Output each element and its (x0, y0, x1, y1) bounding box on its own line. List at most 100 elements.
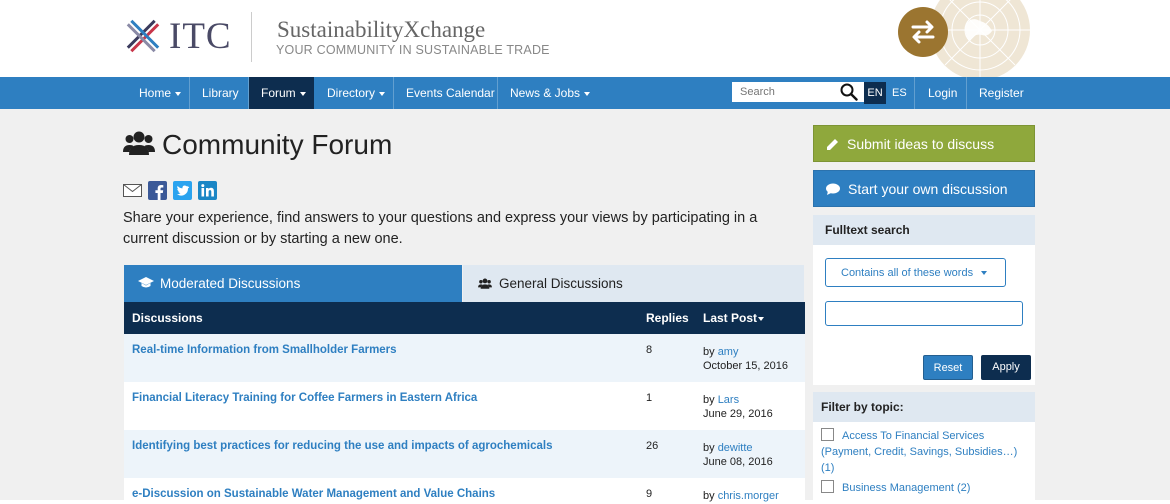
last-post-by: by chris.morger (703, 488, 779, 504)
user-link[interactable]: dewitte (718, 442, 753, 454)
topic-filter-heading: Filter by topic: (813, 392, 1035, 422)
nav-divider (393, 77, 394, 109)
col-last-post-label: Last Post (703, 311, 758, 325)
itc-logo-text[interactable]: ITC (169, 17, 232, 57)
discussion-title-link[interactable]: Financial Literacy Training for Coffee F… (132, 392, 477, 404)
nav-events-calendar[interactable]: Events Calendar (406, 77, 495, 109)
tab-moderated-label: Moderated Discussions (160, 276, 301, 291)
nav-login-label: Login (928, 86, 958, 100)
reply-count: 1 (646, 392, 653, 404)
submit-ideas-label: Submit ideas to discuss (847, 136, 995, 152)
by-label: by (703, 394, 715, 406)
nav-library[interactable]: Library (202, 77, 239, 109)
discussion-title-link[interactable]: Real-time Information from Smallholder F… (132, 344, 397, 356)
nav-home[interactable]: Home (139, 77, 182, 109)
nav-news-label: News & Jobs (510, 86, 581, 100)
sort-down-icon (758, 316, 765, 321)
chevron-down-icon (379, 91, 386, 96)
nav-events-label: Events Calendar (406, 86, 495, 100)
lang-en-button[interactable]: EN (864, 82, 886, 104)
reset-button[interactable]: Reset (923, 355, 973, 380)
last-post-by: by dewitte (703, 440, 753, 456)
last-post-by: by amy (703, 344, 738, 360)
graduation-cap-icon (138, 277, 154, 288)
by-label: by (703, 490, 715, 502)
table-row: Real-time Information from Smallholder F… (124, 334, 805, 383)
col-last-post-header[interactable]: Last Post (703, 302, 765, 334)
topic-checkbox[interactable] (821, 428, 834, 441)
page-title: Community Forum (162, 129, 393, 160)
tab-general-label: General Discussions (499, 276, 623, 291)
fulltext-search-panel: Fulltext search Contains all of these wo… (813, 215, 1035, 385)
user-link[interactable]: Lars (718, 394, 739, 406)
last-post-date: June 29, 2016 (703, 408, 773, 420)
nav-login[interactable]: Login (928, 77, 957, 109)
table-header: Discussions Replies Last Post (124, 302, 805, 334)
pencil-icon (827, 138, 838, 150)
tab-general-discussions[interactable]: General Discussions (463, 265, 804, 302)
apply-button[interactable]: Apply (981, 355, 1031, 380)
nav-home-label: Home (139, 86, 172, 100)
nav-divider (189, 77, 190, 109)
last-post-date: June 08, 2016 (703, 456, 773, 468)
intro-text: Share your experience, find answers to y… (123, 210, 758, 247)
facebook-share-icon[interactable] (148, 181, 167, 200)
tab-moderated-discussions[interactable]: Moderated Discussions (124, 265, 462, 302)
site-title[interactable]: SustainabilityXchange (277, 16, 485, 44)
chevron-down-icon (584, 91, 591, 96)
nav-forum[interactable]: Forum (249, 77, 314, 109)
fulltext-heading: Fulltext search (813, 215, 1035, 245)
start-discussion-label: Start your own discussion (848, 181, 1008, 197)
user-link[interactable]: amy (718, 346, 739, 358)
swap-icon[interactable] (898, 7, 948, 57)
reply-count: 9 (646, 488, 653, 500)
reply-count: 8 (646, 344, 653, 356)
users-icon (478, 278, 492, 289)
col-discussions-header[interactable]: Discussions (132, 302, 203, 334)
nav-register[interactable]: Register (979, 77, 1024, 109)
by-label: by (703, 442, 715, 454)
topic-label-cont[interactable]: (Payment, Credit, Savings, Subsidies…) (821, 444, 1017, 460)
topic-count[interactable]: (1) (821, 460, 834, 476)
lang-es-button[interactable]: ES (892, 82, 908, 104)
chevron-down-icon (981, 271, 988, 276)
start-discussion-button[interactable]: Start your own discussion (813, 170, 1035, 207)
nav-divider (914, 77, 915, 109)
table-row: e-Discussion on Sustainable Water Manage… (124, 478, 805, 502)
logo-divider (251, 12, 252, 62)
users-icon (123, 131, 155, 155)
last-post-date: October 15, 2016 (703, 360, 789, 372)
search-icon[interactable] (840, 83, 858, 101)
twitter-share-icon[interactable] (173, 181, 192, 200)
topic-filter-panel: Filter by topic: Access To Financial Ser… (813, 392, 1035, 500)
email-share-icon[interactable] (123, 181, 142, 200)
discussion-title-link[interactable]: Identifying best practices for reducing … (132, 440, 553, 452)
col-replies-header[interactable]: Replies (646, 302, 689, 334)
comment-icon (826, 183, 840, 195)
topic-label[interactable]: Access To Financial Services (842, 428, 984, 444)
nav-news-jobs[interactable]: News & Jobs (510, 77, 591, 109)
nav-library-label: Library (202, 86, 239, 100)
site-tagline: YOUR COMMUNITY IN SUSTAINABLE TRADE (276, 43, 550, 57)
nav-directory-label: Directory (327, 86, 376, 100)
submit-ideas-button[interactable]: Submit ideas to discuss (813, 125, 1035, 162)
user-link[interactable]: chris.morger (718, 490, 779, 502)
reply-count: 26 (646, 440, 659, 452)
topic-checkbox[interactable] (821, 480, 834, 493)
nav-directory[interactable]: Directory (327, 77, 386, 109)
chevron-down-icon (175, 91, 182, 96)
table-row: Identifying best practices for reducing … (124, 430, 805, 479)
last-post-by: by Lars (703, 392, 739, 408)
table-row: Financial Literacy Training for Coffee F… (124, 382, 805, 431)
topic-label[interactable]: Business Management (2) (842, 480, 970, 496)
chevron-down-icon (299, 91, 306, 96)
itc-logo-icon[interactable] (122, 15, 164, 57)
site-header: ITC SustainabilityXchange YOUR COMMUNITY… (0, 0, 1170, 80)
linkedin-share-icon[interactable] (198, 181, 217, 200)
match-mode-value: Contains all of these words (841, 267, 974, 279)
discussion-title-link[interactable]: e-Discussion on Sustainable Water Manage… (132, 488, 495, 500)
nav-divider (966, 77, 967, 109)
nav-divider (497, 77, 498, 109)
fulltext-input[interactable] (825, 301, 1023, 326)
match-mode-select[interactable]: Contains all of these words (825, 258, 1006, 287)
